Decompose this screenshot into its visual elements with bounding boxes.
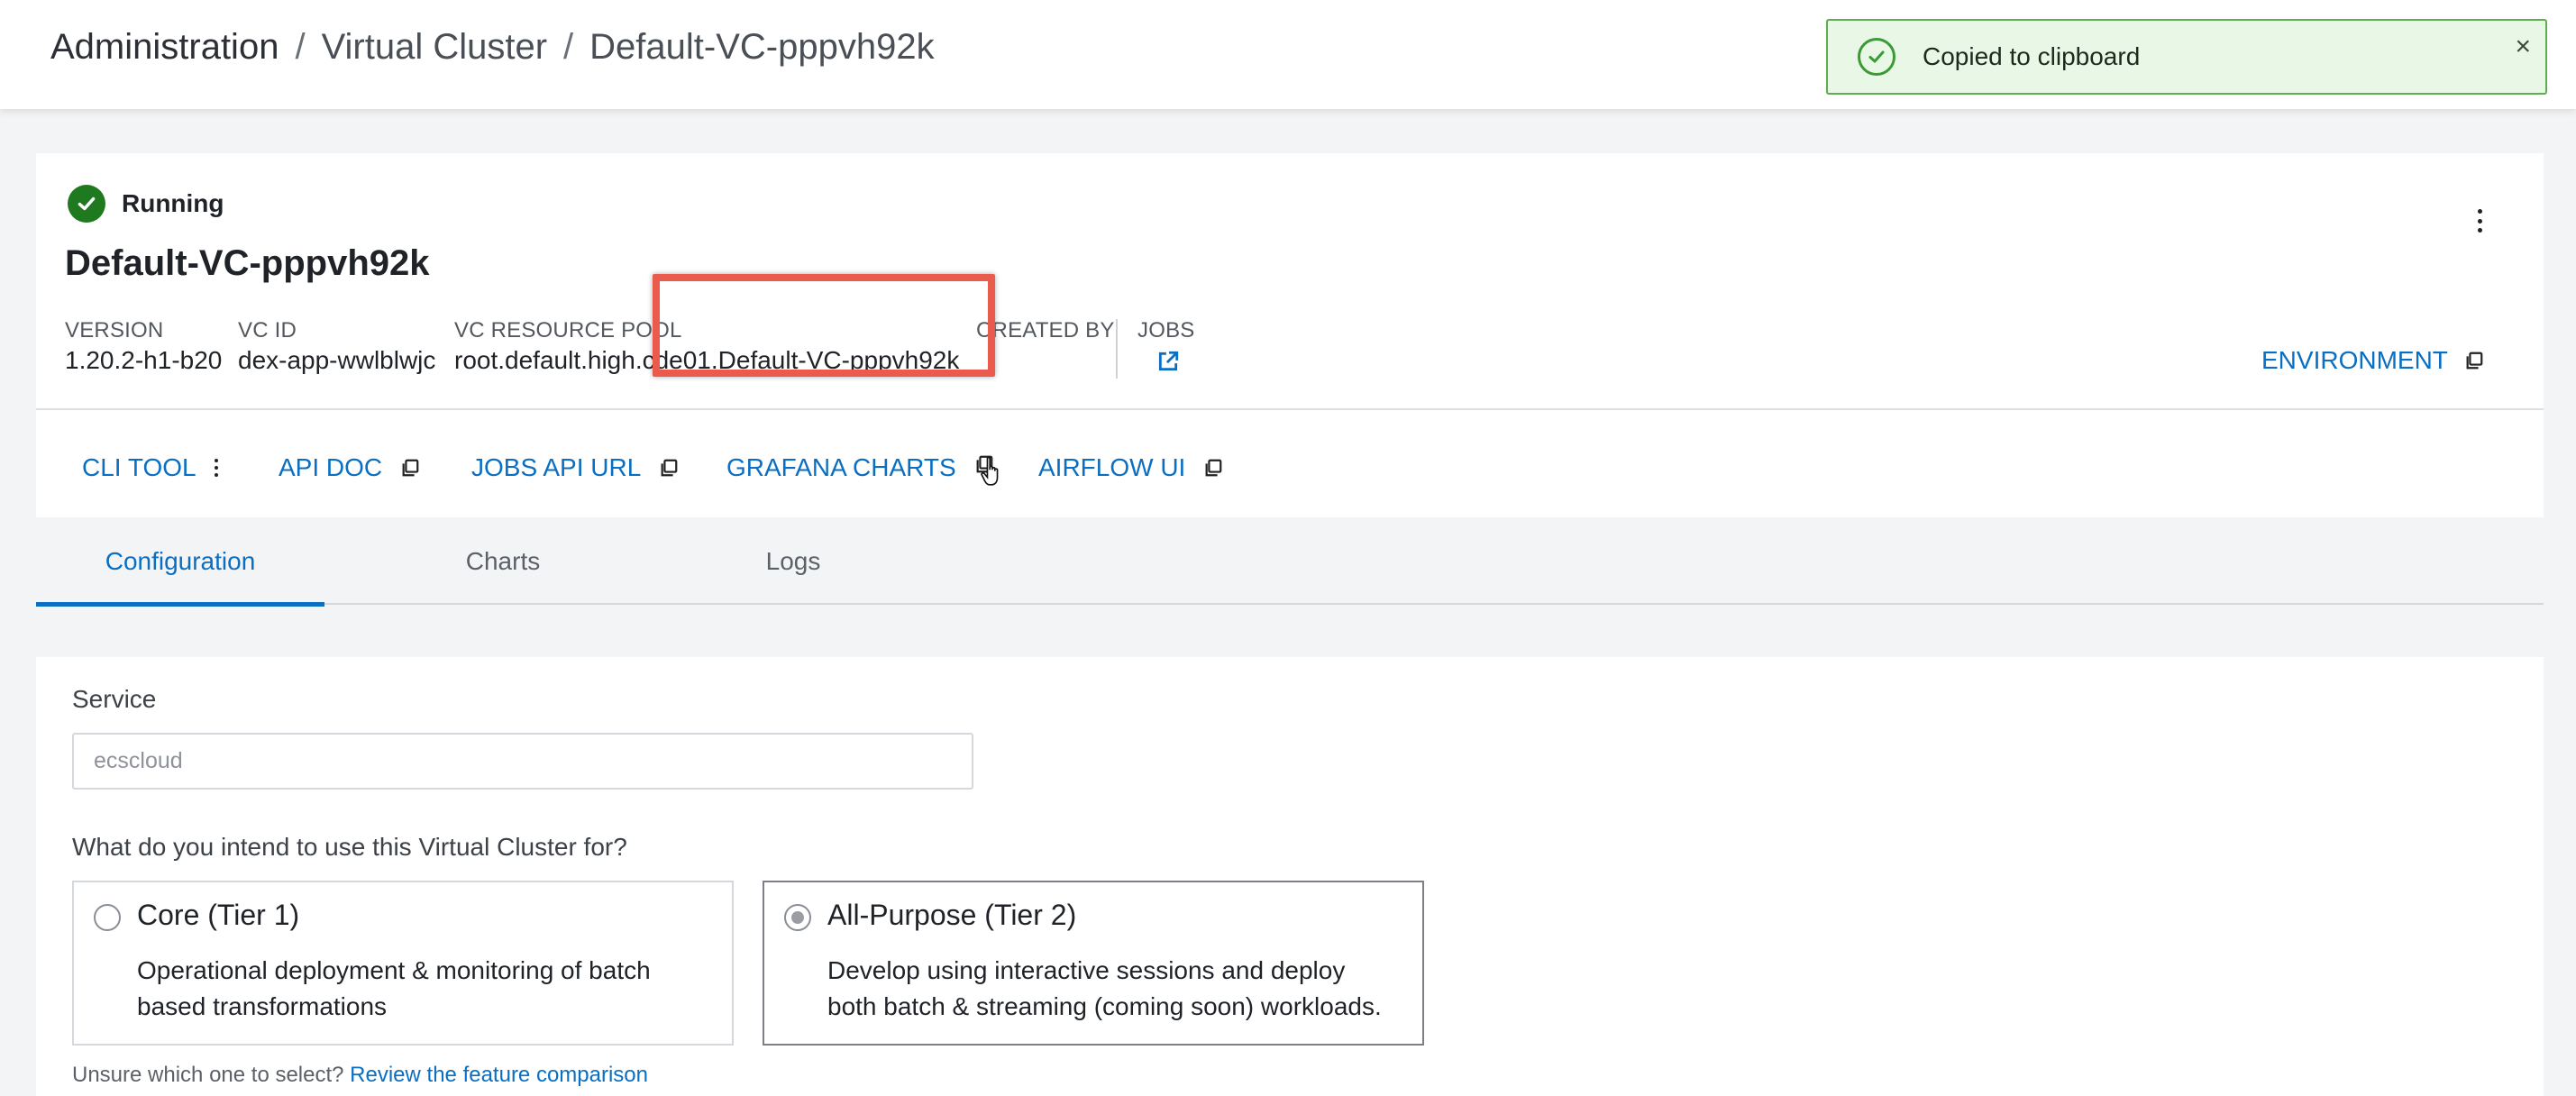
jobs-api-url-label: JOBS API URL: [471, 452, 642, 481]
meta-divider: [1116, 319, 1118, 379]
breadcrumb-separator: /: [563, 27, 574, 67]
vc-summary-card: Running Default-VC-pppvh92k VERSION 1.20…: [36, 153, 2544, 517]
copy-icon[interactable]: [1203, 458, 1223, 478]
option-title: Core (Tier 1): [137, 899, 300, 931]
check-circle-filled-icon: [68, 185, 105, 223]
close-icon[interactable]: ×: [2515, 32, 2531, 62]
option-description-line: based transformations: [137, 992, 388, 1020]
option-all-purpose-tier-2[interactable]: All-Purpose (Tier 2) Develop using inter…: [763, 881, 1424, 1046]
tab-charts[interactable]: Charts: [359, 517, 647, 605]
version-label: VERSION: [65, 318, 164, 342]
divider: [36, 408, 2544, 410]
toast-notification: Copied to clipboard ×: [1826, 19, 2547, 95]
copy-icon[interactable]: [2464, 351, 2484, 370]
status-label: Running: [122, 189, 224, 217]
option-description: Develop using interactive sessions and d…: [827, 953, 1382, 1025]
breadcrumb: Administration / Virtual Cluster / Defau…: [50, 27, 935, 68]
resource-pool-label: VC RESOURCE POOL: [454, 318, 682, 342]
tab-bar: Configuration Charts Logs: [36, 517, 2544, 607]
radio-button-selected[interactable]: [784, 904, 811, 931]
cli-tool-button[interactable]: CLI TOOL: [82, 417, 218, 517]
grafana-charts-label: GRAFANA CHARTS: [726, 452, 956, 481]
airflow-ui-button[interactable]: AIRFLOW UI: [1038, 417, 1223, 517]
option-description-line: both batch & streaming (coming soon) wor…: [827, 992, 1382, 1020]
api-doc-label: API DOC: [279, 452, 383, 481]
resource-pool-value: root.default.high.cde01.Default-VC-pppvh…: [454, 346, 960, 374]
toast-message: Copied to clipboard: [1923, 42, 2141, 70]
breadcrumb-administration[interactable]: Administration: [50, 27, 279, 68]
version-value: 1.20.2-h1-b20: [65, 346, 223, 374]
jobs-api-url-button[interactable]: JOBS API URL: [471, 417, 679, 517]
more-vertical-icon[interactable]: [214, 458, 218, 477]
vc-id-value: dex-app-wwlblwjc: [238, 346, 436, 374]
option-description-line: Operational deployment & monitoring of b…: [137, 956, 651, 984]
external-link-icon[interactable]: [1156, 350, 1180, 378]
copy-icon[interactable]: [400, 458, 420, 478]
breadcrumb-virtual-cluster[interactable]: Virtual Cluster: [322, 27, 547, 68]
vc-id-label: VC ID: [238, 318, 297, 342]
configuration-panel: Service What do you intend to use this V…: [36, 657, 2544, 1096]
grafana-charts-button[interactable]: GRAFANA CHARTS: [726, 417, 1001, 517]
status-badge: Running: [68, 185, 224, 223]
service-input[interactable]: [72, 733, 973, 790]
copy-icon[interactable]: [974, 454, 1001, 486]
airflow-ui-label: AIRFLOW UI: [1038, 452, 1186, 481]
more-options-icon[interactable]: [2475, 209, 2484, 233]
breadcrumb-current-vc: Default-VC-pppvh92k: [589, 27, 935, 67]
usage-question: What do you intend to use this Virtual C…: [72, 833, 627, 861]
api-doc-button[interactable]: API DOC: [279, 417, 420, 517]
tab-logs[interactable]: Logs: [649, 517, 937, 605]
jobs-label: JOBS: [1137, 318, 1195, 342]
check-circle-icon: [1858, 38, 1895, 76]
option-title: All-Purpose (Tier 2): [827, 899, 1077, 931]
option-core-tier-1[interactable]: Core (Tier 1) Operational deployment & m…: [72, 881, 734, 1046]
hint-question: Unsure which one to select?: [72, 1063, 344, 1087]
feature-comparison-link[interactable]: Review the feature comparison: [350, 1063, 648, 1087]
copy-icon[interactable]: [659, 458, 679, 478]
environment-label: ENVIRONMENT: [2261, 346, 2448, 374]
page-title: Default-VC-pppvh92k: [65, 243, 430, 283]
environment-link[interactable]: ENVIRONMENT: [2261, 346, 2484, 375]
cli-tool-label: CLI TOOL: [82, 452, 196, 481]
action-bar: CLI TOOL API DOC JOBS API URL GRAFANA CH…: [36, 417, 2544, 517]
option-description-line: Develop using interactive sessions and d…: [827, 956, 1346, 984]
created-by-label: CREATED BY: [976, 318, 1115, 342]
hint-text: Unsure which one to select? Review the f…: [72, 1063, 648, 1088]
radio-button[interactable]: [94, 904, 121, 931]
service-label: Service: [72, 685, 157, 713]
hand-pointer-icon: [980, 456, 999, 486]
tab-configuration[interactable]: Configuration: [36, 517, 324, 607]
option-description: Operational deployment & monitoring of b…: [137, 953, 651, 1025]
breadcrumb-separator: /: [295, 27, 306, 67]
